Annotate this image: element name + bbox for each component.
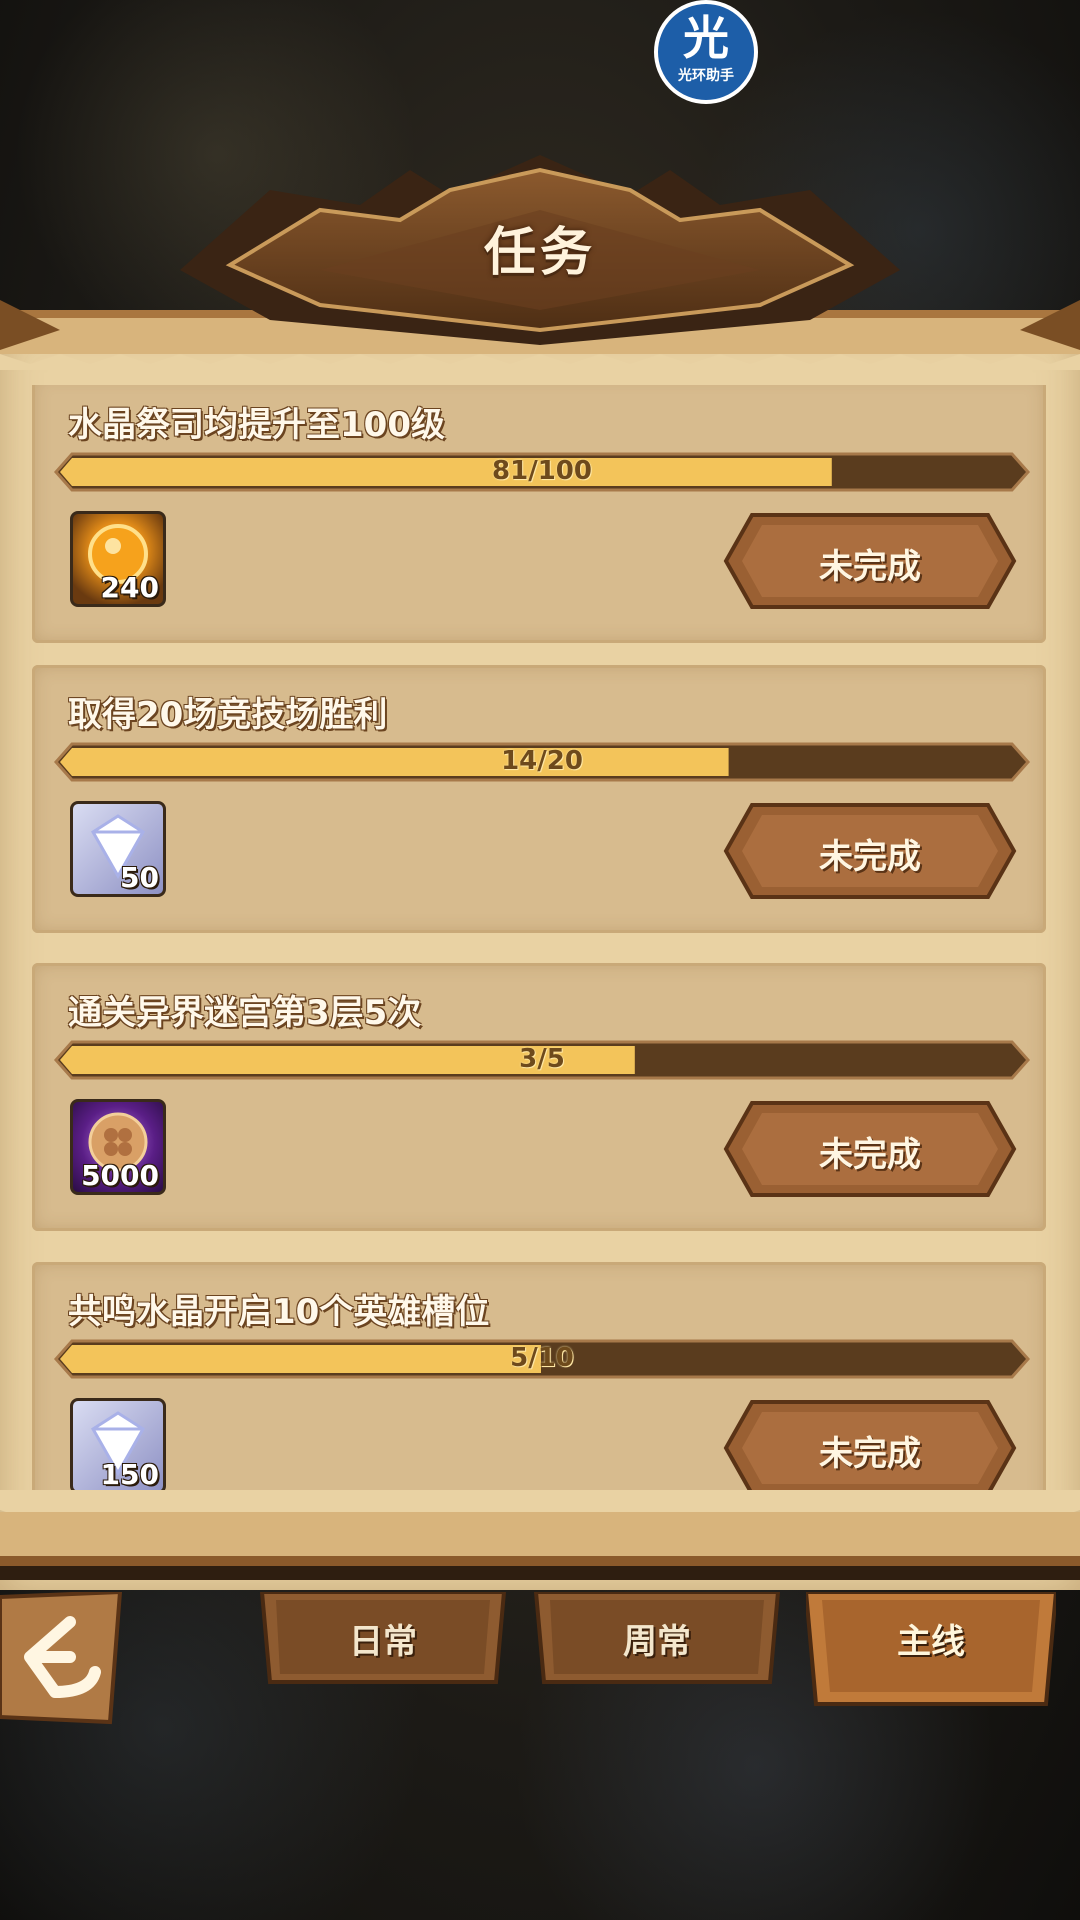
task-title: 共鸣水晶开启10个英雄槽位: [68, 1292, 490, 1332]
reward-count: 5000: [81, 1159, 159, 1192]
status-label: 未完成: [819, 547, 921, 587]
status-label: 未完成: [819, 837, 921, 877]
progress-text: 3/5: [519, 1044, 565, 1074]
task-title: 水晶祭司均提升至100级: [68, 405, 445, 445]
task-card: 通关异界迷宫第3层5次 3/5 5000 未完成: [32, 963, 1046, 1231]
task-card: 取得20场竞技场胜利 14/20 50 未完成: [32, 665, 1046, 933]
tab-label: 主线: [897, 1622, 965, 1662]
progress-text: 14/20: [501, 746, 583, 776]
tab-daily[interactable]: 日常: [258, 1590, 508, 1692]
reward-clover-coin[interactable]: 5000: [70, 1099, 166, 1195]
task-card: 水晶祭司均提升至100级 81/100 240 未完成: [32, 385, 1046, 643]
task-status-button[interactable]: 未完成: [722, 511, 1018, 611]
reward-count: 50: [120, 861, 159, 894]
task-status-button[interactable]: 未完成: [722, 1398, 1018, 1495]
tab-label: 日常: [349, 1622, 417, 1662]
page-title: 任务: [483, 223, 596, 283]
task-list[interactable]: 水晶祭司均提升至100级 81/100 240 未完成 取得20场竞技场胜利 1…: [0, 385, 1080, 1495]
reward-gold-orb[interactable]: 240: [70, 511, 166, 607]
progress-text: 5/10: [510, 1343, 574, 1373]
reward-diamond[interactable]: 50: [70, 801, 166, 897]
progress-bar: 3/5: [52, 1038, 1032, 1082]
tab-label: 周常: [623, 1622, 691, 1662]
task-title: 取得20场竞技场胜利: [68, 695, 388, 735]
watermark-logo: 光 光环助手: [654, 0, 758, 104]
status-label: 未完成: [819, 1434, 921, 1474]
progress-bar: 14/20: [52, 740, 1032, 784]
progress-bar: 81/100: [52, 450, 1032, 494]
reward-count: 150: [100, 1458, 159, 1491]
progress-bar: 5/10: [52, 1337, 1032, 1381]
task-status-button[interactable]: 未完成: [722, 1099, 1018, 1199]
tab-weekly[interactable]: 周常: [532, 1590, 782, 1692]
status-label: 未完成: [819, 1135, 921, 1175]
task-status-button[interactable]: 未完成: [722, 801, 1018, 901]
back-button[interactable]: [0, 1592, 130, 1727]
reward-count: 240: [100, 571, 159, 604]
tab-main-quest[interactable]: 主线: [803, 1590, 1059, 1712]
task-card: 共鸣水晶开启10个英雄槽位 5/10 150 未完成: [32, 1262, 1046, 1495]
progress-text: 81/100: [492, 456, 592, 486]
task-title: 通关异界迷宫第3层5次: [68, 993, 422, 1033]
reward-diamond[interactable]: 150: [70, 1398, 166, 1494]
panel-bottom-border: [0, 1490, 1080, 1580]
